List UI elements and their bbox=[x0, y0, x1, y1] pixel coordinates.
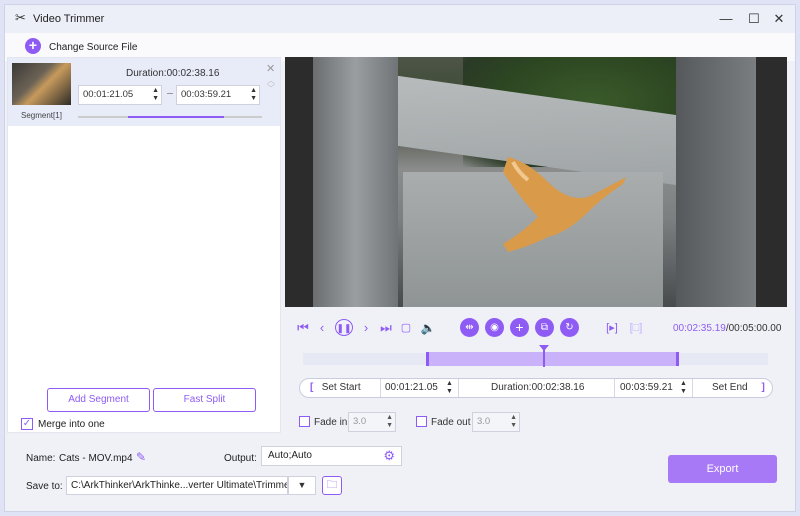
fade-in-label: Fade in bbox=[314, 417, 348, 428]
start-stepper-icon[interactable]: ▲ ▼ bbox=[152, 87, 159, 103]
video-preview[interactable] bbox=[285, 57, 787, 307]
pause-icon[interactable]: ❚❚ bbox=[335, 319, 353, 336]
split-icon[interactable]: ⇹ bbox=[460, 318, 479, 337]
output-settings-field[interactable]: Auto;Auto ⚙ bbox=[261, 446, 402, 466]
file-name: Cats - MOV.mp4 bbox=[59, 453, 133, 464]
go-to-end-icon[interactable]: ⏭ bbox=[378, 319, 394, 337]
set-end-button[interactable]: Set End ] bbox=[712, 379, 765, 397]
fade-in-input[interactable]: 3.0 ▲ ▼ bbox=[348, 412, 396, 432]
chevron-down-icon: ▼ bbox=[297, 480, 307, 490]
fade-out-label: Fade out bbox=[431, 417, 471, 428]
segment-thumbnail bbox=[12, 63, 71, 105]
trim-timeline[interactable] bbox=[303, 345, 768, 367]
fade-out-stepper-icon[interactable]: ▲ ▼ bbox=[510, 414, 517, 430]
segment-duration: Duration:00:02:38.16 bbox=[126, 68, 220, 79]
trim-end-field[interactable]: 00:03:59.21 bbox=[620, 379, 673, 397]
frame-pillar-left bbox=[313, 57, 398, 307]
minimize-icon[interactable]: — bbox=[717, 11, 735, 27]
segment-progress-fill bbox=[128, 116, 224, 118]
save-to-label: Save to: bbox=[26, 481, 63, 492]
segment-end-field[interactable]: 00:03:59.21 ▲ ▼ bbox=[176, 85, 260, 105]
fade-in-checkbox[interactable] bbox=[299, 416, 310, 427]
scissors-icon: ✂ bbox=[15, 10, 26, 25]
frame-pillar-right bbox=[676, 57, 756, 307]
title-bar: ✂ Video Trimmer — ☐ ✕ bbox=[5, 5, 795, 33]
trim-settings-bar: [ Set Start 00:01:21.05 ▲ ▼ Duration:00:0… bbox=[299, 378, 773, 398]
volume-icon[interactable]: 🔈 bbox=[420, 319, 436, 337]
export-button[interactable]: Export bbox=[668, 455, 777, 483]
reset-icon[interactable]: ↻ bbox=[560, 318, 579, 337]
segment-label: Segment[1] bbox=[21, 111, 62, 120]
window-title: Video Trimmer bbox=[33, 13, 105, 25]
copy-icon[interactable]: ⧉ bbox=[535, 318, 554, 337]
output-label: Output: bbox=[224, 453, 257, 464]
trim-range-handle[interactable] bbox=[426, 352, 679, 366]
merge-checkbox[interactable]: ✓ bbox=[21, 418, 33, 430]
cat-figure bbox=[503, 157, 626, 252]
set-start-button[interactable]: [ Set Start bbox=[310, 379, 361, 397]
separator bbox=[458, 379, 459, 397]
segment-start-field[interactable]: 00:01:21.05 ▲ ▼ bbox=[78, 85, 162, 105]
range-dash bbox=[167, 93, 173, 94]
delete-segment-icon[interactable]: ✕ bbox=[266, 62, 275, 75]
preview-segment-icon[interactable]: [▸] bbox=[603, 319, 621, 337]
trim-duration: Duration:00:02:38.16 bbox=[491, 382, 585, 393]
save-path-field[interactable]: C:\ArkThinker\ArkThinke...verter Ultimat… bbox=[66, 476, 288, 495]
edit-name-icon[interactable]: ✎ bbox=[136, 450, 146, 464]
separator bbox=[692, 379, 693, 397]
add-icon[interactable]: + bbox=[25, 38, 41, 54]
change-source-button[interactable]: Change Source File bbox=[49, 42, 137, 53]
trim-start-field[interactable]: 00:01:21.05 bbox=[385, 379, 438, 397]
previous-frame-icon[interactable]: ‹ bbox=[315, 319, 329, 337]
save-path-dropdown[interactable]: ▼ bbox=[288, 476, 316, 495]
next-frame-icon[interactable]: › bbox=[359, 319, 373, 337]
snapshot-icon[interactable]: ◉ bbox=[485, 318, 504, 337]
fade-out-input[interactable]: 3.0 ▲ ▼ bbox=[472, 412, 520, 432]
close-icon[interactable]: ✕ bbox=[770, 11, 788, 27]
go-to-start-icon[interactable]: ⏮ bbox=[295, 319, 311, 337]
separator bbox=[380, 379, 381, 397]
trim-end-stepper-icon[interactable]: ▲ ▼ bbox=[680, 380, 687, 396]
gear-icon[interactable]: ⚙ bbox=[383, 447, 395, 465]
playback-time: 00:02:35.19/00:05:00.00 bbox=[673, 323, 782, 334]
trim-start-stepper-icon[interactable]: ▲ ▼ bbox=[446, 380, 453, 396]
move-down-icon[interactable]: ﹀ bbox=[267, 83, 275, 94]
video-frame bbox=[313, 57, 756, 307]
maximize-icon[interactable]: ☐ bbox=[745, 11, 763, 27]
segment-item[interactable]: Duration:00:02:38.16 00:01:21.05 ▲ ▼ 00:0… bbox=[8, 58, 280, 126]
fade-out-checkbox[interactable] bbox=[416, 416, 427, 427]
loop-segment-icon[interactable]: [□] bbox=[627, 319, 645, 337]
playback-controls: ⏮ ‹ ❚❚ › ⏭ ▢ 🔈 ⇹ ◉ + ⧉ ↻ [▸] [□] 00:02:3… bbox=[285, 313, 787, 343]
name-label: Name: bbox=[26, 453, 56, 464]
fade-in-stepper-icon[interactable]: ▲ ▼ bbox=[386, 414, 393, 430]
segment-panel: Duration:00:02:38.16 00:01:21.05 ▲ ▼ 00:0… bbox=[7, 57, 281, 433]
merge-label: Merge into one bbox=[38, 419, 105, 430]
add-segment-icon[interactable]: + bbox=[510, 318, 529, 337]
open-folder-icon[interactable]: 🗀 bbox=[322, 476, 342, 495]
stop-icon[interactable]: ▢ bbox=[399, 319, 413, 337]
add-segment-button[interactable]: Add Segment bbox=[47, 388, 150, 412]
separator bbox=[614, 379, 615, 397]
fast-split-button[interactable]: Fast Split bbox=[153, 388, 256, 412]
playhead[interactable] bbox=[539, 345, 549, 367]
end-stepper-icon[interactable]: ▲ ▼ bbox=[250, 87, 257, 103]
segment-progress-track bbox=[78, 116, 262, 118]
